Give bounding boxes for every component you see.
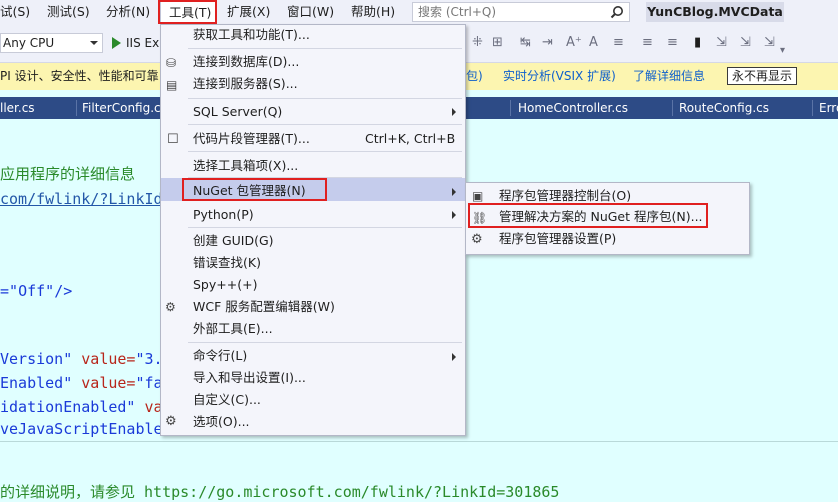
submenu-package-settings[interactable]: 程序包管理器设置(P): [499, 229, 616, 249]
server-connect-icon: ▤: [166, 78, 178, 92]
bookmark-icon[interactable]: ▮: [694, 36, 701, 50]
menu-import-export[interactable]: 导入和导出设置(I)...: [193, 368, 306, 388]
toolbar-icon[interactable]: A: [589, 36, 598, 50]
tab-routeconfig[interactable]: RouteConfig.cs: [679, 97, 769, 119]
tab-homecontroller[interactable]: HomeController.cs: [518, 97, 628, 119]
search-icon[interactable]: [610, 5, 624, 19]
menu-separator: [188, 124, 462, 125]
info-link-live-share[interactable]: 实时分析(VSIX 扩展): [503, 63, 616, 90]
platform-select[interactable]: Any CPU: [0, 33, 103, 53]
menu-error-lookup[interactable]: 错误查找(K): [193, 253, 261, 273]
toolbar-icon[interactable]: ⁜: [472, 36, 483, 50]
menu-separator: [188, 48, 462, 49]
run-button-label[interactable]: IIS Ex: [126, 34, 159, 52]
menu-options[interactable]: 选项(O)...: [193, 412, 250, 432]
toolbar-icon[interactable]: ↹: [520, 36, 531, 50]
menu-external-tools[interactable]: 外部工具(E)...: [193, 319, 273, 339]
menu-wcf-editor[interactable]: WCF 服务配置编辑器(W): [193, 297, 335, 317]
code-line: Enabled" value="fa: [0, 374, 163, 392]
menu-separator: [188, 151, 462, 152]
tab-controller[interactable]: ller.cs: [0, 97, 35, 119]
highlight-box: [468, 203, 708, 228]
menu-python[interactable]: Python(P): [193, 205, 254, 225]
toolbar-icon[interactable]: ⇲: [716, 36, 727, 50]
menu-spy[interactable]: Spy++(+): [193, 275, 257, 295]
never-show-button[interactable]: 永不再显示: [727, 67, 797, 85]
database-connect-icon: ⛁: [166, 56, 177, 70]
code-comment: 的详细说明，请参见 https://go.microsoft.com/fwlin…: [0, 483, 560, 501]
menu-item-analyze[interactable]: 分析(N): [106, 0, 150, 24]
submenu-arrow-icon: [452, 108, 456, 116]
run-icon[interactable]: [112, 37, 121, 49]
code-comment: 应用程序的详细信息: [0, 165, 136, 183]
submenu-arrow-icon: [452, 211, 456, 219]
toolbar-icon[interactable]: ⊞: [492, 36, 503, 50]
toolbar-icon[interactable]: ≡: [613, 36, 624, 50]
menu-command-line[interactable]: 命令行(L): [193, 346, 247, 366]
tab-divider: [510, 100, 511, 116]
menu-choose-toolbox[interactable]: 选择工具箱项(X)...: [193, 156, 298, 176]
gear-icon: ⚙: [165, 414, 177, 429]
submenu-arrow-icon: [452, 353, 456, 361]
editor-divider: [0, 441, 838, 442]
menu-connect-server[interactable]: 连接到服务器(S)...: [193, 74, 298, 94]
code-line: veJavaScriptEnable: [0, 420, 163, 438]
menu-snippet-manager[interactable]: 代码片段管理器(T)...: [193, 129, 310, 149]
tab-divider: [76, 100, 77, 116]
tab-error[interactable]: Erro: [819, 97, 838, 119]
menu-item-window[interactable]: 窗口(W): [287, 0, 334, 24]
tab-divider: [812, 100, 813, 116]
gear-icon: ⚙: [165, 300, 176, 314]
menu-create-guid[interactable]: 创建 GUID(G): [193, 231, 274, 251]
shortcut-text: Ctrl+K, Ctrl+B: [365, 131, 456, 146]
info-link[interactable]: 包): [466, 63, 483, 90]
console-icon: ▣: [472, 189, 484, 203]
code-line: Version" value="3.: [0, 350, 163, 368]
menu-sql-server[interactable]: SQL Server(Q): [193, 102, 282, 122]
code-link[interactable]: com/fwlink/?LinkId: [0, 189, 163, 209]
menu-item-debug[interactable]: 试(S): [0, 0, 30, 24]
menu-item-help[interactable]: 帮助(H): [351, 0, 395, 24]
highlight-box: [182, 178, 327, 201]
toolbar-overflow-icon[interactable]: ▾: [780, 44, 785, 58]
info-text: PI 设计、安全性、性能和可靠: [0, 69, 159, 83]
menu-get-tools[interactable]: 获取工具和功能(T)...: [193, 25, 310, 45]
toolbar-icon[interactable]: A⁺: [566, 36, 582, 50]
toolbar-icon[interactable]: ⇲: [740, 36, 751, 50]
toolbar-icon[interactable]: ⇥: [542, 36, 553, 50]
tab-filterconfig[interactable]: FilterConfig.c: [82, 97, 161, 119]
toolbar-icon[interactable]: ⇲: [764, 36, 775, 50]
toolbar-icon[interactable]: ≡: [667, 36, 678, 50]
menu-separator: [188, 227, 462, 228]
project-title: YunCBlog.MVCData: [646, 2, 784, 22]
code-line: ="Off"/>: [0, 282, 73, 300]
info-link-learn-more[interactable]: 了解详细信息: [633, 63, 705, 90]
gear-icon: ⚙: [471, 232, 483, 247]
toolbar-icon[interactable]: ≡: [642, 36, 653, 50]
highlight-box: [158, 0, 217, 24]
code-line: idationEnabled" va: [0, 398, 163, 416]
chevron-down-icon[interactable]: [90, 41, 98, 45]
search-placeholder: 搜索 (Ctrl+Q): [418, 5, 497, 19]
submenu-arrow-icon: [452, 188, 456, 196]
menu-separator: [188, 342, 462, 343]
menu-customize[interactable]: 自定义(C)...: [193, 390, 261, 410]
tab-divider: [672, 100, 673, 116]
snippet-icon: ☐: [167, 132, 179, 147]
menu-item-test[interactable]: 测试(S): [47, 0, 90, 24]
menu-separator: [188, 98, 462, 99]
menu-connect-database[interactable]: 连接到数据库(D)...: [193, 52, 299, 72]
menu-item-extensions[interactable]: 扩展(X): [227, 0, 270, 24]
